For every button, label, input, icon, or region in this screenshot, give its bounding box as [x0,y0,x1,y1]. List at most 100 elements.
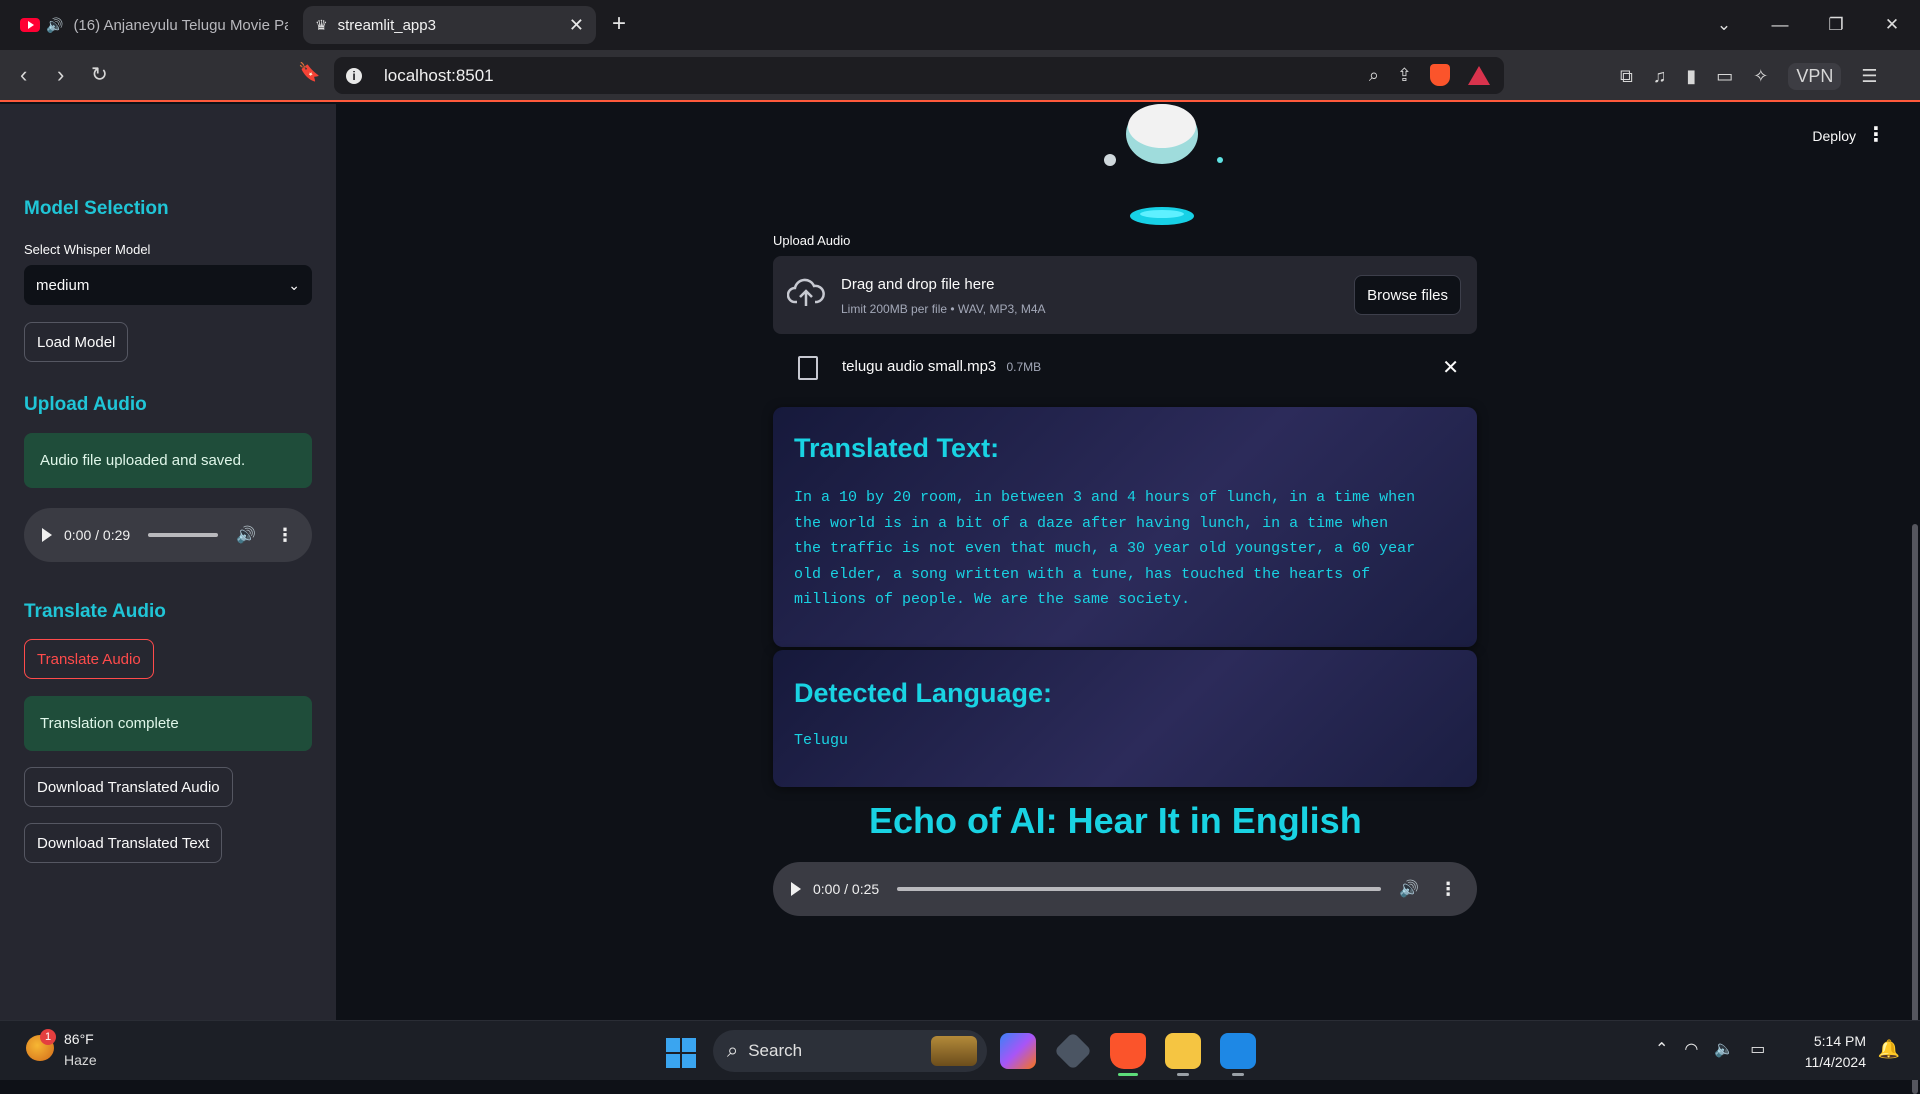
tab-search-chevron-icon[interactable]: ⌄ [1696,15,1752,35]
sidebar-toggle-icon[interactable]: ▮ [1686,66,1696,87]
audio-seek-bar[interactable] [148,533,219,537]
search-icon: ⌕ [727,1039,739,1062]
download-text-button[interactable]: Download Translated Text [24,823,223,863]
vpn-button[interactable]: VPN [1788,63,1842,90]
audio-seek-bar[interactable] [897,887,1382,891]
taskbar-clock[interactable]: 5:14 PM 11/4/2024 [1805,1031,1866,1073]
audio-time: 0:00 / 0:29 [64,527,131,543]
windows-start-icon[interactable] [666,1038,696,1068]
translate-audio-button[interactable]: Translate Audio [24,639,154,679]
extensions-row: ⧉ ♫ ▮ ▭ ✧ VPN ☰ [1620,63,1878,90]
file-explorer-icon[interactable] [1165,1033,1201,1069]
restore-window-icon[interactable]: ❐ [1808,15,1864,35]
file-name: telugu audio small.mp3 [842,358,997,375]
chevron-down-icon: ⌄ [288,276,300,293]
address-bar[interactable]: i localhost:8501 ⌕ ⇪ [334,57,1504,94]
model-selection-heading: Model Selection [24,198,169,219]
minimize-window-icon[interactable]: — [1752,15,1808,35]
weather-description[interactable]: Haze [64,1052,97,1068]
copilot-icon[interactable] [1000,1033,1036,1069]
wallet-icon[interactable]: ▭ [1716,66,1733,87]
app-icon[interactable] [1053,1031,1093,1071]
file-size: 0.7MB [1006,360,1042,374]
remove-file-icon[interactable]: ✕ [1442,355,1459,380]
more-options-icon[interactable]: ⋮ [276,525,294,546]
scrollbar[interactable] [1912,524,1918,1094]
translated-text-heading: Translated Text: [794,433,1000,463]
file-dropzone[interactable]: Drag and drop file here Limit 200MB per … [773,256,1477,334]
robot-illustration [1104,104,1223,225]
play-icon[interactable] [42,528,52,542]
dropzone-title: Drag and drop file here [841,276,995,293]
upload-audio-label: Upload Audio [773,233,851,248]
translated-text-body: In a 10 by 20 room, in between 3 and 4 h… [794,489,1416,608]
share-icon[interactable]: ⇪ [1397,65,1412,86]
whisper-model-select[interactable]: medium ⌄ [24,265,312,305]
upload-success-alert: Audio file uploaded and saved. [24,433,312,488]
deploy-button[interactable]: Deploy [1812,128,1856,144]
back-icon[interactable]: ‹ [20,62,27,88]
new-tab-button[interactable]: + [612,10,626,38]
sidebar-audio-player[interactable]: 0:00 / 0:29 🔊 ⋮ [24,508,312,562]
clock-date: 11/4/2024 [1804,1054,1866,1070]
translate-audio-heading: Translate Audio [24,601,166,622]
weather-temperature[interactable]: 86°F [64,1031,94,1047]
more-options-icon[interactable]: ⋮ [1439,879,1457,900]
windows-taskbar: 1 86°F Haze ⌕ Search ⌃ ◠ 🔈 ▭ 5:14 PM 11/… [0,1020,1920,1080]
play-icon[interactable] [791,882,801,896]
echo-title: Echo of AI: Hear It in English [869,800,1362,841]
bookmark-icon[interactable]: 🔖 [298,62,320,83]
dropzone-subtitle: Limit 200MB per file • WAV, MP3, M4A [841,302,1046,316]
browser-tab-bar: 🔊 (16) Anjaneyulu Telugu Movie Pa ♛ stre… [0,0,1920,50]
search-label: Search [748,1041,803,1060]
taskbar-search[interactable]: ⌕ Search [713,1030,987,1072]
audio-time: 0:00 / 0:25 [813,881,880,897]
youtube-icon [20,18,40,32]
forward-icon[interactable]: › [57,62,64,88]
volume-icon[interactable]: 🔊 [236,525,256,545]
window-controls: ⌄ — ❐ ✕ [1696,0,1920,50]
brave-shields-icon[interactable] [1430,64,1450,86]
close-window-icon[interactable]: ✕ [1864,15,1920,35]
browser-tab-streamlit[interactable]: ♛ streamlit_app3 ✕ [303,6,596,44]
close-tab-icon[interactable]: ✕ [569,15,584,36]
active-app-indicator [1118,1073,1138,1076]
speaker-icon[interactable]: 🔈 [1714,1039,1734,1059]
volume-icon[interactable]: 🔊 [1399,879,1419,899]
clock-time: 5:14 PM [1813,1033,1866,1049]
tab-title: streamlit_app3 [337,16,436,34]
tab-audio-playing-icon[interactable]: 🔊 [46,17,63,34]
upload-audio-heading: Upload Audio [24,394,147,415]
translated-audio-player[interactable]: 0:00 / 0:25 🔊 ⋮ [773,862,1477,916]
show-hidden-icons-icon[interactable]: ⌃ [1655,1039,1668,1059]
url-text[interactable]: localhost:8501 [384,66,494,86]
notifications-icon[interactable]: 🔔 [1878,1039,1900,1060]
menu-icon[interactable]: ☰ [1861,66,1877,87]
streamlit-crown-icon: ♛ [315,16,328,33]
echo-title-wrap: Echo of AI: Hear It in English [773,800,1847,842]
weather-badge: 1 [40,1029,56,1045]
battery-icon[interactable]: ▭ [1750,1039,1765,1059]
zoom-icon[interactable]: ⌕ [1369,65,1379,86]
load-model-button[interactable]: Load Model [24,322,129,362]
select-model-label: Select Whisper Model [24,242,151,257]
browser-toolbar: ‹ › ↻ 🔖 i localhost:8501 ⌕ ⇪ ⧉ ♫ ▮ ▭ ✧ V… [0,50,1920,102]
file-icon [798,356,818,380]
reload-icon[interactable]: ↻ [91,62,108,87]
main-menu-icon[interactable]: ⋮ [1866,122,1886,147]
browser-tab-youtube[interactable]: 🔊 (16) Anjaneyulu Telugu Movie Pa [8,6,300,44]
leo-ai-icon[interactable]: ✧ [1753,66,1768,87]
system-tray: ⌃ ◠ 🔈 ▭ [1655,1039,1765,1059]
download-audio-button[interactable]: Download Translated Audio [24,767,233,807]
file-name-wrap: telugu audio small.mp3 0.7MB [842,358,1041,375]
brave-rewards-icon[interactable] [1468,65,1490,85]
site-info-icon[interactable]: i [346,67,362,84]
app-sidebar: Model Selection Select Whisper Model med… [0,104,336,1020]
brave-browser-icon[interactable] [1110,1033,1146,1069]
wifi-icon[interactable]: ◠ [1684,1039,1698,1059]
media-control-icon[interactable]: ♫ [1653,66,1667,87]
vscode-icon[interactable] [1220,1033,1256,1069]
browse-files-button[interactable]: Browse files [1354,275,1461,315]
translated-text-card: Translated Text: In a 10 by 20 room, in … [773,407,1477,647]
extensions-icon[interactable]: ⧉ [1620,66,1633,87]
